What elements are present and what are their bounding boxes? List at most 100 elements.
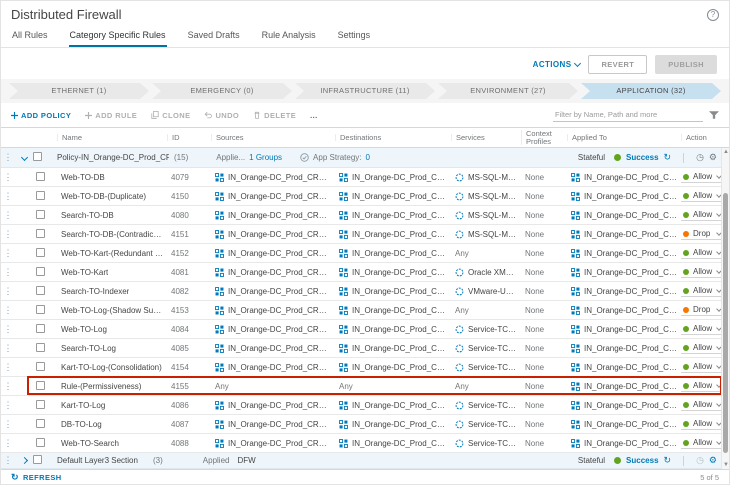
policy-checkbox[interactable] xyxy=(33,152,42,161)
rule-name-cell[interactable]: Search-TO-DB-(Contradiction) xyxy=(57,230,167,239)
rule-applied-to-cell[interactable]: IN_Orange-DC_Prod_CRM-P xyxy=(567,211,681,220)
rule-sources-cell[interactable]: IN_Orange-DC_Prod_CRM-P_Web xyxy=(211,268,335,277)
drag-handle-icon[interactable]: ⋮ xyxy=(1,306,15,315)
rule-sources-cell[interactable]: IN_Orange-DC_Prod_CRM-P_Kart xyxy=(211,401,335,410)
rule-services-cell[interactable]: Service-TCP-8081 xyxy=(451,344,521,353)
rule-name-cell[interactable]: Search-TO-DB xyxy=(57,211,167,220)
rule-applied-to-cell[interactable]: IN_Orange-DC_Prod_CRM-P xyxy=(567,363,681,372)
rule-sources-cell[interactable]: IN_Orange-DC_Prod_CRM-P_Web xyxy=(211,306,335,315)
rule-destinations-cell[interactable]: IN_Orange-DC_Prod_CRM-P_DB xyxy=(335,211,451,220)
row-checkbox[interactable] xyxy=(36,305,45,314)
rule-applied-to-cell[interactable]: IN_Orange-DC_Prod_CRM-P xyxy=(567,344,681,353)
rule-destinations-cell[interactable]: IN_Orange-DC_Prod_CRM-P_DB xyxy=(335,192,451,201)
rule-destinations-cell[interactable]: IN_Orange-DC_Prod_CRM-P_Log xyxy=(335,401,451,410)
rule-action-dropdown[interactable]: Allow xyxy=(681,209,723,221)
rule-name-cell[interactable]: Web-TO-Kart xyxy=(57,268,167,277)
row-checkbox[interactable] xyxy=(36,324,45,333)
rule-services-cell[interactable]: Service-TCP-8081 xyxy=(451,325,521,334)
drag-handle-icon[interactable]: ⋮ xyxy=(1,344,15,353)
policy-applied-groups-link[interactable]: 1 Groups xyxy=(249,153,282,162)
rule-name-cell[interactable]: Search-TO-Log xyxy=(57,344,167,353)
add-rule-button[interactable]: ADD RULE xyxy=(85,111,137,120)
revert-button[interactable]: REVERT xyxy=(588,55,647,74)
rule-action-dropdown[interactable]: Allow xyxy=(681,190,723,202)
refresh-status-icon[interactable]: ↻ xyxy=(664,152,672,163)
drag-handle-icon[interactable]: ⋮ xyxy=(1,363,15,372)
rule-action-dropdown[interactable]: Allow xyxy=(681,418,723,430)
filter-funnel-icon[interactable] xyxy=(709,111,719,119)
rule-action-dropdown[interactable]: Allow xyxy=(681,361,723,373)
rule-name-cell[interactable]: Web-TO-DB xyxy=(57,173,167,182)
app-strategy-value[interactable]: 0 xyxy=(366,153,370,162)
more-actions-button[interactable]: ... xyxy=(310,111,317,120)
rule-services-cell[interactable]: MS-SQL-M-TCP xyxy=(451,192,521,201)
default-section-name[interactable]: Default Layer3 Section xyxy=(57,456,153,465)
rule-action-dropdown[interactable]: Allow xyxy=(681,323,723,335)
publish-button[interactable]: PUBLISH xyxy=(655,55,717,74)
rule-applied-to-cell[interactable]: IN_Orange-DC_Prod_CRM-P xyxy=(567,439,681,448)
drag-handle-icon[interactable]: ⋮ xyxy=(1,325,15,334)
rule-sources-cell[interactable]: Any xyxy=(211,382,335,391)
rule-services-cell[interactable]: VMware-UpdateM... xyxy=(451,287,521,296)
row-checkbox[interactable] xyxy=(36,191,45,200)
drag-handle-icon[interactable]: ⋮ xyxy=(1,268,15,277)
rule-destinations-cell[interactable]: IN_Orange-DC_Prod_CRM-P_Log xyxy=(335,344,451,353)
rule-destinations-cell[interactable]: IN_Orange-DC_Prod_CRM-P_Log xyxy=(335,325,451,334)
rule-name-cell[interactable]: Web-TO-Search xyxy=(57,439,167,448)
drag-handle-icon[interactable]: ⋮ xyxy=(1,230,15,239)
policy-name[interactable]: Policy-IN_Orange-DC_Prod_CR... xyxy=(57,153,169,162)
rule-destinations-cell[interactable]: IN_Orange-DC_Prod_CRM-P_Sea... xyxy=(335,439,451,448)
rule-sources-cell[interactable]: IN_Orange-DC_Prod_CRM-P_Web xyxy=(211,249,335,258)
rule-applied-to-cell[interactable]: IN_Orange-DC_Prod_CRM-P xyxy=(567,230,681,239)
rule-applied-to-cell[interactable]: IN_Orange-DC_Prod_CRM-P xyxy=(567,401,681,410)
rule-services-cell[interactable]: Any xyxy=(451,249,521,258)
rule-sources-cell[interactable]: IN_Orange-DC_Prod_CRM-P_Search xyxy=(211,287,335,296)
rule-sources-cell[interactable]: IN_Orange-DC_Prod_CRM-P_Search xyxy=(211,230,335,239)
gear-icon[interactable]: ⚙ xyxy=(709,456,717,465)
rule-action-dropdown[interactable]: Allow xyxy=(681,247,723,259)
rule-applied-to-cell[interactable]: IN_Orange-DC_Prod_CRM-P xyxy=(567,382,681,391)
drag-handle-icon[interactable]: ⋮ xyxy=(1,173,15,182)
category-environment[interactable]: ENVIRONMENT (27) xyxy=(438,83,578,99)
drag-handle-icon[interactable]: ⋮ xyxy=(1,382,15,391)
rule-name-cell[interactable]: Web-TO-Log xyxy=(57,325,167,334)
rule-action-dropdown[interactable]: Allow xyxy=(681,171,723,183)
rule-applied-to-cell[interactable]: IN_Orange-DC_Prod_CRM-P xyxy=(567,268,681,277)
row-checkbox[interactable] xyxy=(36,229,45,238)
gear-icon[interactable]: ⚙ xyxy=(709,153,717,162)
refresh-button[interactable]: ↻ REFRESH xyxy=(11,472,62,483)
rule-services-cell[interactable]: Any xyxy=(451,382,521,391)
rule-name-cell[interactable]: Search-TO-Indexer xyxy=(57,287,167,296)
drag-handle-icon[interactable]: ⋮ xyxy=(1,456,15,465)
rule-services-cell[interactable]: Service-TCP-8983 xyxy=(451,439,521,448)
row-checkbox[interactable] xyxy=(36,343,45,352)
drag-handle-icon[interactable]: ⋮ xyxy=(1,211,15,220)
rule-sources-cell[interactable]: IN_Orange-DC_Prod_CRM-P_DB xyxy=(211,420,335,429)
row-checkbox[interactable] xyxy=(36,362,45,371)
tab-all-rules[interactable]: All Rules xyxy=(11,27,49,47)
rule-destinations-cell[interactable]: Any xyxy=(335,382,451,391)
rule-sources-cell[interactable]: IN_Orange-DC_Prod_CRM-P_Web xyxy=(211,325,335,334)
add-policy-button[interactable]: ADD POLICY xyxy=(11,111,71,120)
rule-action-dropdown[interactable]: Allow xyxy=(681,266,723,278)
drag-handle-icon[interactable]: ⋮ xyxy=(1,401,15,410)
rule-destinations-cell[interactable]: IN_Orange-DC_Prod_CRM-P_Ind... xyxy=(335,287,451,296)
rule-services-cell[interactable]: Any xyxy=(451,306,521,315)
row-checkbox[interactable] xyxy=(36,248,45,257)
rule-applied-to-cell[interactable]: IN_Orange-DC_Prod_CRM-P xyxy=(567,249,681,258)
rule-services-cell[interactable]: Oracle XMLDB HT... xyxy=(451,268,521,277)
rule-action-dropdown[interactable]: Allow xyxy=(681,437,723,449)
section-checkbox[interactable] xyxy=(33,455,42,464)
rule-applied-to-cell[interactable]: IN_Orange-DC_Prod_CRM-P xyxy=(567,306,681,315)
rule-name-cell[interactable]: Kart-TO-Log xyxy=(57,401,167,410)
scroll-down-icon[interactable]: ▼ xyxy=(722,461,730,469)
expand-section-button[interactable] xyxy=(15,456,33,465)
clock-icon[interactable]: ◷ xyxy=(696,153,704,162)
rule-destinations-cell[interactable]: IN_Orange-DC_Prod_CRM-P_Log xyxy=(335,420,451,429)
drag-handle-icon[interactable]: ⋮ xyxy=(1,249,15,258)
rule-action-dropdown[interactable]: Drop xyxy=(681,304,723,316)
rule-services-cell[interactable]: MS-SQL-M-TCP xyxy=(451,211,521,220)
rule-action-dropdown[interactable]: Allow xyxy=(681,380,723,392)
row-checkbox[interactable] xyxy=(36,400,45,409)
rule-destinations-cell[interactable]: IN_Orange-DC_Prod_CRM-P_Log xyxy=(335,363,451,372)
